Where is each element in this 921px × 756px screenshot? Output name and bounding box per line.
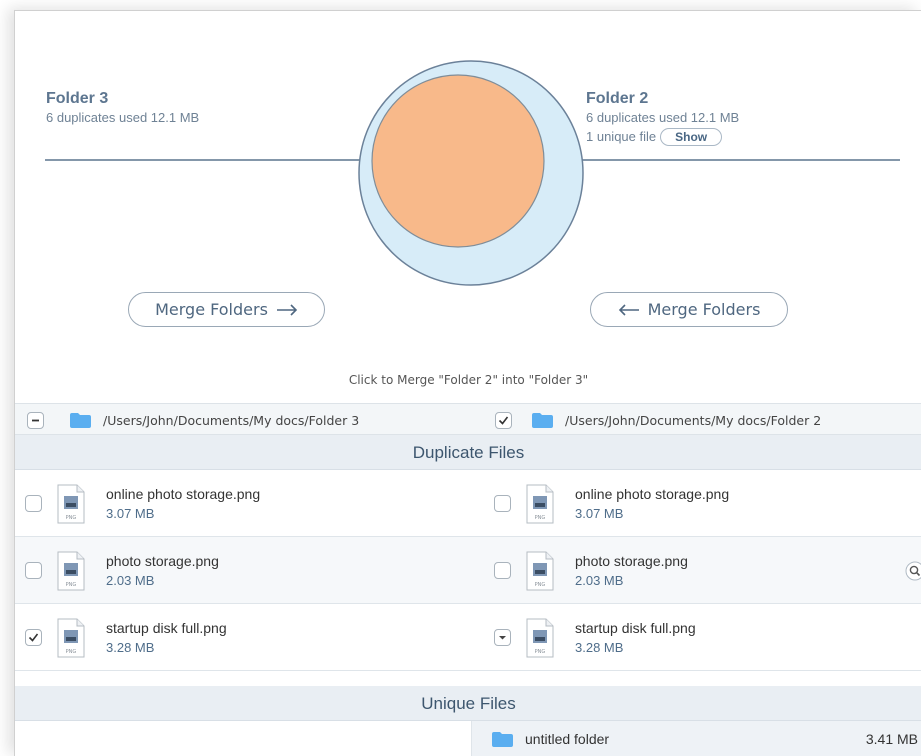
- checkmark-icon: [28, 633, 39, 642]
- file-checkbox[interactable]: [494, 562, 511, 579]
- file-size: 3.28 MB: [575, 639, 624, 655]
- svg-text:PNG: PNG: [66, 649, 77, 655]
- folder-icon: [532, 412, 553, 428]
- file-checkbox[interactable]: [25, 495, 42, 512]
- folder-paths-row: /Users/John/Documents/My docs/Folder 3 /…: [15, 403, 921, 435]
- file-name: photo storage.png: [106, 552, 219, 569]
- file-text: startup disk full.png 3.28 MB: [106, 618, 227, 658]
- venn-diagram: [358, 60, 584, 286]
- left-path: /Users/John/Documents/My docs/Folder 3: [27, 404, 359, 436]
- file-size: 2.03 MB: [106, 572, 155, 588]
- right-folder-name: Folder 2: [586, 90, 649, 107]
- right-folder-unique-count: 1 unique file: [586, 129, 657, 144]
- arrow-right-icon: [276, 303, 298, 316]
- file-checkbox-checked[interactable]: [25, 629, 42, 646]
- duplicate-file-row: PNG photo storage.png 2.03 MB PNG photo …: [15, 537, 921, 604]
- right-folder-duplicates: 6 duplicates used 12.1 MB: [586, 110, 740, 125]
- file-size: 3.07 MB: [106, 505, 155, 521]
- right-folder-info: Folder 2 6 duplicates used 12.1 MB 1 uni…: [586, 89, 739, 147]
- duplicate-file-row: PNG online photo storage.png 3.07 MB PNG…: [15, 470, 921, 537]
- png-file-icon: PNG: [526, 618, 554, 657]
- left-folder-circle: [371, 74, 545, 248]
- duplicate-right-file[interactable]: PNG startup disk full.png 3.28 MB: [494, 604, 696, 671]
- right-folder-path: /Users/John/Documents/My docs/Folder 2: [565, 412, 822, 428]
- merge-left-label: Merge Folders: [155, 300, 268, 319]
- duplicate-right-file[interactable]: PNG online photo storage.png 3.07 MB: [494, 470, 729, 537]
- left-select-all-checkbox[interactable]: [27, 411, 44, 429]
- duplicate-file-row: PNG startup disk full.png 3.28 MB PNG st…: [15, 604, 921, 671]
- unique-files-header: Unique Files: [15, 686, 921, 721]
- png-file-icon: PNG: [526, 484, 554, 523]
- png-file-icon: PNG: [526, 551, 554, 590]
- folder-icon: [70, 412, 91, 428]
- duplicate-files-header: Duplicate Files: [15, 435, 921, 470]
- checkmark-icon: [498, 416, 509, 425]
- file-size: 3.28 MB: [106, 639, 155, 655]
- left-folder-path: /Users/John/Documents/My docs/Folder 3: [103, 412, 360, 428]
- left-folder-duplicates: 6 duplicates used 12.1 MB: [46, 110, 200, 125]
- file-size: 2.03 MB: [575, 572, 624, 588]
- unique-file-size: 3.41 MB: [865, 731, 918, 747]
- magnifier-icon[interactable]: [905, 561, 921, 581]
- file-text: online photo storage.png 3.07 MB: [575, 484, 729, 524]
- file-text: photo storage.png 2.03 MB: [106, 551, 219, 591]
- file-checkbox[interactable]: [25, 562, 42, 579]
- svg-text:PNG: PNG: [535, 582, 546, 588]
- unique-file-name: untitled folder: [525, 731, 610, 747]
- file-text: startup disk full.png 3.28 MB: [575, 618, 696, 658]
- duplicate-right-file[interactable]: PNG photo storage.png 2.03 MB: [494, 537, 688, 604]
- chevron-down-icon: [499, 636, 506, 640]
- unique-file-item[interactable]: untitled folder: [492, 721, 609, 756]
- file-name: startup disk full.png: [106, 619, 227, 636]
- merge-into-right-button[interactable]: Merge Folders: [128, 292, 325, 327]
- right-folder-unique-line: 1 unique file Show: [586, 127, 739, 147]
- file-dropdown-checkbox[interactable]: [494, 629, 511, 646]
- left-folder-info: Folder 3 6 duplicates used 12.1 MB: [46, 89, 199, 127]
- png-file-icon: PNG: [57, 618, 85, 657]
- file-text: photo storage.png 2.03 MB: [575, 551, 688, 591]
- merge-into-left-button[interactable]: Merge Folders: [590, 292, 788, 327]
- file-name: online photo storage.png: [575, 485, 730, 502]
- left-axis-line: [45, 159, 375, 161]
- duplicate-left-file[interactable]: PNG photo storage.png 2.03 MB: [25, 537, 219, 604]
- svg-text:PNG: PNG: [535, 649, 546, 655]
- compare-area: Folder 3 6 duplicates used 12.1 MB Folde…: [15, 11, 921, 403]
- minus-icon: [32, 419, 39, 421]
- merge-hint: Click to Merge "Folder 2" into "Folder 3…: [348, 373, 589, 387]
- file-name: startup disk full.png: [575, 619, 696, 636]
- file-size: 3.07 MB: [575, 505, 624, 521]
- column-divider: [471, 721, 472, 756]
- svg-text:PNG: PNG: [66, 515, 77, 521]
- merge-right-label: Merge Folders: [647, 300, 761, 319]
- right-select-all-checkbox[interactable]: [495, 411, 512, 429]
- unique-file-row: untitled folder 3.41 MB: [15, 721, 921, 756]
- file-checkbox[interactable]: [494, 495, 511, 512]
- right-path: /Users/John/Documents/My docs/Folder 2: [495, 404, 821, 436]
- png-file-icon: PNG: [57, 484, 85, 523]
- compare-window: Folder 3 6 duplicates used 12.1 MB Folde…: [14, 10, 921, 756]
- svg-text:PNG: PNG: [535, 515, 546, 521]
- duplicate-left-file[interactable]: PNG online photo storage.png 3.07 MB: [25, 470, 260, 537]
- folder-icon: [492, 731, 513, 747]
- right-axis-line: [555, 159, 900, 161]
- file-text: online photo storage.png 3.07 MB: [106, 484, 260, 524]
- file-name: online photo storage.png: [106, 485, 261, 502]
- left-folder-name: Folder 3: [46, 90, 109, 107]
- show-unique-button[interactable]: Show: [660, 128, 723, 146]
- arrow-left-icon: [618, 303, 639, 316]
- file-name: photo storage.png: [575, 552, 688, 569]
- png-file-icon: PNG: [57, 551, 85, 590]
- duplicate-left-file[interactable]: PNG startup disk full.png 3.28 MB: [25, 604, 227, 671]
- svg-text:PNG: PNG: [66, 582, 77, 588]
